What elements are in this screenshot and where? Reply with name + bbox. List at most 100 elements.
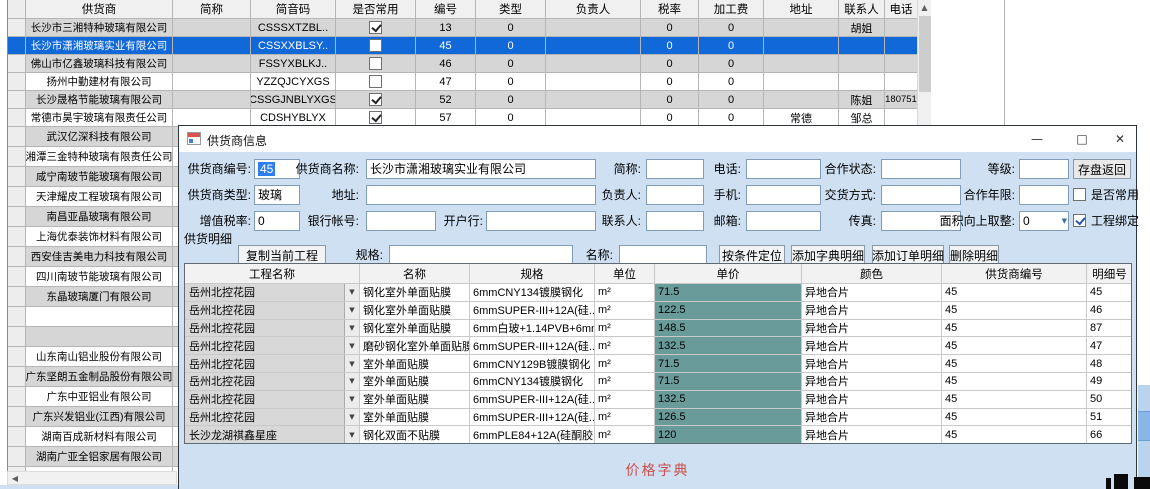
detail-column-header[interactable]: 规格	[470, 264, 595, 284]
detail-cell[interactable]: 66	[1087, 426, 1132, 444]
table-cell[interactable]	[336, 37, 416, 55]
table-cell[interactable]	[173, 73, 251, 91]
table-cell[interactable]	[764, 73, 839, 91]
table-cell[interactable]	[764, 55, 839, 73]
detail-cell[interactable]: 45	[942, 409, 1087, 427]
detail-cell[interactable]: 49	[1087, 373, 1132, 391]
column-header[interactable]: 电话	[885, 0, 918, 19]
detail-cell[interactable]: 45	[942, 373, 1087, 391]
project-combo-cell[interactable]: 岳州北控花园▼	[185, 302, 360, 320]
detail-cell[interactable]: 室外单面贴膜	[360, 409, 470, 427]
table-cell[interactable]: 0	[476, 73, 546, 91]
column-header[interactable]: 类型	[476, 0, 546, 19]
table-cell[interactable]	[336, 19, 416, 37]
row-header-cell[interactable]	[8, 367, 26, 387]
detail-cell[interactable]: 6mmCNY129B镀膜钢化	[470, 355, 595, 373]
table-cell[interactable]	[546, 19, 641, 37]
detail-cell[interactable]: m²	[595, 426, 655, 444]
project-combo-cell[interactable]: 岳州北控花园▼	[185, 320, 360, 338]
vertical-scrollbar-thumb[interactable]	[919, 16, 931, 92]
table-cell[interactable]: 0	[641, 19, 699, 37]
detail-cell[interactable]: m²	[595, 373, 655, 391]
row-header-cell[interactable]	[8, 73, 26, 91]
detail-cell[interactable]: 132.5	[655, 337, 802, 355]
table-cell[interactable]	[764, 37, 839, 55]
row-header-corner[interactable]	[8, 0, 26, 19]
row-header-cell[interactable]	[8, 187, 26, 207]
table-cell[interactable]	[546, 55, 641, 73]
detail-column-header[interactable]: 工程名称	[185, 264, 360, 284]
row-header-cell[interactable]	[8, 37, 26, 55]
detail-cell[interactable]: 51	[1087, 409, 1132, 427]
detail-cell[interactable]: m²	[595, 302, 655, 320]
row-header-cell[interactable]	[8, 147, 26, 167]
detail-cell[interactable]: 45	[942, 284, 1087, 302]
row-header-cell[interactable]	[8, 55, 26, 73]
detail-cell[interactable]: 45	[942, 302, 1087, 320]
detail-cell[interactable]: 异地合片	[802, 391, 942, 409]
table-cell[interactable]	[173, 37, 251, 55]
detail-cell[interactable]: 45	[942, 320, 1087, 338]
column-header[interactable]: 负责人	[546, 0, 641, 19]
detail-cell[interactable]: 87	[1087, 320, 1132, 338]
supplier-cell[interactable]: 东晶玻璃厦门有限公司	[26, 287, 173, 307]
detail-cell[interactable]: 71.5	[655, 373, 802, 391]
row-header-cell[interactable]	[8, 19, 26, 37]
table-cell[interactable]: CSSGJNBLYXGS	[251, 91, 336, 109]
detail-cell[interactable]: 45	[942, 426, 1087, 444]
detail-cell[interactable]: 室外单面贴膜	[360, 355, 470, 373]
table-cell[interactable]: 0	[476, 19, 546, 37]
table-cell[interactable]: 长沙晟格节能玻璃有限公司	[26, 91, 173, 109]
table-cell[interactable]	[336, 91, 416, 109]
project-combo-cell[interactable]: 岳州北控花园▼	[185, 284, 360, 302]
area-round-select[interactable]: 0 ▼	[1019, 211, 1069, 231]
table-cell[interactable]: 0	[641, 91, 699, 109]
table-cell[interactable]: 180751	[885, 91, 918, 109]
row-header-cell[interactable]	[8, 407, 26, 427]
table-cell[interactable]: 0	[699, 37, 764, 55]
project-bind-checkbox[interactable]	[1073, 214, 1086, 227]
detail-column-header[interactable]: 明细号	[1087, 264, 1132, 284]
table-cell[interactable]: 0	[476, 91, 546, 109]
table-cell[interactable]: 13	[416, 19, 476, 37]
row-header-cell[interactable]	[8, 387, 26, 407]
table-cell[interactable]	[885, 73, 918, 91]
column-header[interactable]: 供货商	[26, 0, 173, 19]
column-header[interactable]: 加工费	[699, 0, 764, 19]
supplier-cell[interactable]: 天津耀皮工程玻璃有限公司	[26, 187, 173, 207]
detail-cell[interactable]: 异地合片	[802, 337, 942, 355]
table-cell[interactable]	[885, 37, 918, 55]
supplier-cell[interactable]	[26, 307, 173, 327]
table-cell[interactable]: 常德市昊宇玻璃有限责任公司	[26, 109, 173, 127]
detail-cell[interactable]: 148.5	[655, 320, 802, 338]
detail-row[interactable]: 岳州北控花园▼钢化室外单面贴膜6mmSUPER-III+12A(硅...m²12…	[185, 302, 1131, 320]
supplier-cell[interactable]: 武汉亿深科技有限公司	[26, 127, 173, 147]
supplier-cell[interactable]: 四川南玻节能玻璃有限公司	[26, 267, 173, 287]
suppliers-horizontal-scrollbar[interactable]: ◀	[7, 471, 177, 485]
detail-cell[interactable]: 45	[942, 355, 1087, 373]
table-cell[interactable]: 长沙市潇湘玻璃实业有限公司	[26, 37, 173, 55]
supplier-cell[interactable]: 湖南百成新材料有限公司	[26, 427, 173, 447]
table-cell[interactable]: FSSYXBLKJ..	[251, 55, 336, 73]
row-header-cell[interactable]	[8, 447, 26, 467]
common-use-checkbox[interactable]	[1073, 188, 1086, 201]
supplier-cell[interactable]: 咸宁南玻节能玻璃有限公司	[26, 167, 173, 187]
supplier-cell[interactable]: 西安佳吉美电力科技有限公司	[26, 247, 173, 267]
supplier-cell[interactable]: 山东南山铝业股份有限公司	[26, 347, 173, 367]
table-cell[interactable]: 扬州中勤建材有限公司	[26, 73, 173, 91]
table-cell[interactable]	[173, 91, 251, 109]
detail-row[interactable]: 岳州北控花园▼室外单面贴膜6mmSUPER-III+12A(硅...m²126.…	[185, 409, 1131, 427]
detail-cell[interactable]: 钢化室外单面贴膜	[360, 320, 470, 338]
table-cell[interactable]: 长沙市三湘特种玻璃有限公司	[26, 19, 173, 37]
table-cell[interactable]	[885, 19, 918, 37]
table-row[interactable]: 长沙晟格节能玻璃有限公司CSSGJNBLYXGS52000陈姐180751	[8, 91, 930, 109]
detail-cell[interactable]: 6mmPLE84+12A(硅酮胶...	[470, 426, 595, 444]
detail-cell[interactable]: 6mmSUPER-III+12A(硅...	[470, 391, 595, 409]
add-dictionary-detail-button[interactable]: 添加字典明细	[791, 245, 865, 265]
table-cell[interactable]: 0	[476, 37, 546, 55]
row-header-cell[interactable]	[8, 327, 26, 347]
detail-cell[interactable]: 6mm白玻+1.14PVB+6mm...	[470, 320, 595, 338]
detail-cell[interactable]: 122.5	[655, 302, 802, 320]
column-header[interactable]: 简音码	[251, 0, 336, 19]
chevron-down-icon[interactable]: ▼	[344, 426, 359, 443]
